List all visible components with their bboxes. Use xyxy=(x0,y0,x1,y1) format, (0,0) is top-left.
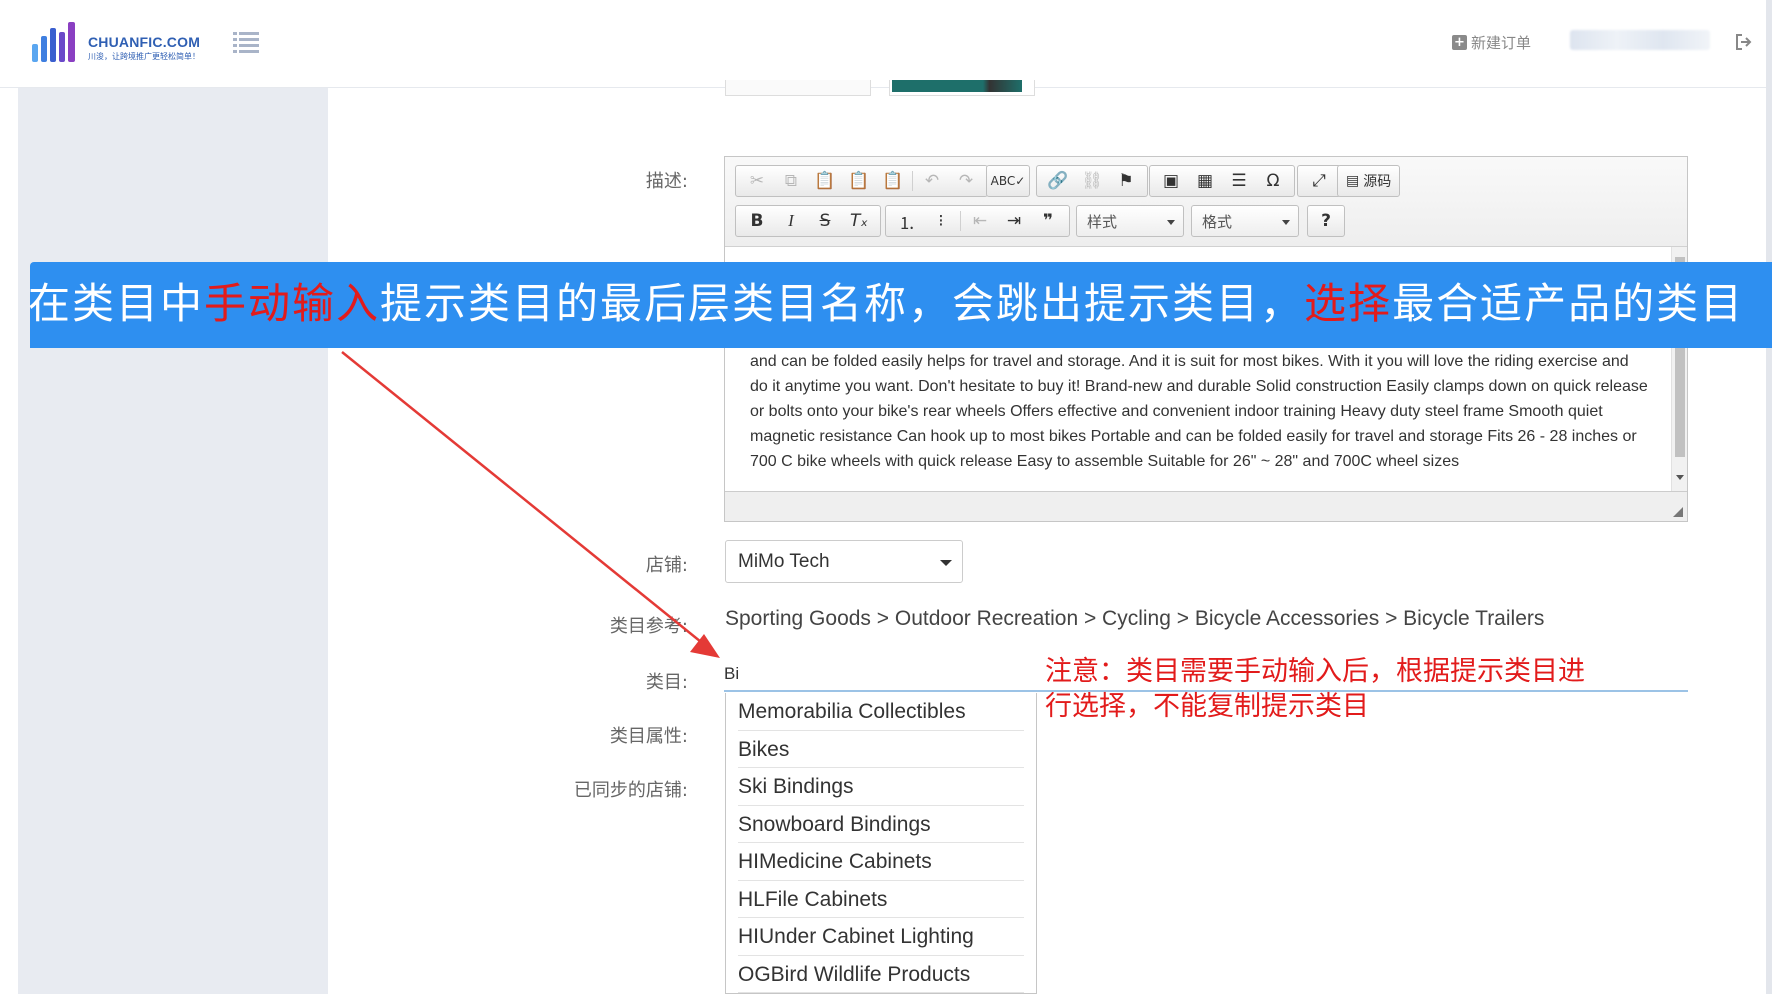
banner-text-part: 在类目中 xyxy=(28,279,205,328)
resize-handle-icon[interactable] xyxy=(1673,507,1683,517)
list-icon[interactable] xyxy=(233,31,259,53)
source-label: 源码 xyxy=(1363,174,1392,190)
help-icon[interactable]: ? xyxy=(1312,207,1340,235)
editor-toolbar: ✂ ⧉ 📋 📋 📋 ↶ ↷ ABC✓ 🔗 ⛓ ⚑ ▣ ▦ ☰ Ω ⤢ ▤ 源码 … xyxy=(725,157,1687,247)
banner-text-part: 最合适产品的类目 xyxy=(1392,279,1745,328)
store-label: 店铺: xyxy=(645,555,688,576)
caret-down-icon xyxy=(940,560,952,566)
help-group: ? xyxy=(1307,205,1345,237)
caret-down-icon xyxy=(1282,220,1290,225)
suggestion-item[interactable]: Ski Bindings xyxy=(738,768,1024,806)
logo-bars-icon xyxy=(32,22,75,62)
banner-highlight: 选择 xyxy=(1304,279,1393,328)
horizontal-rule-icon[interactable]: ☰ xyxy=(1222,167,1256,195)
list-group: ⒈ ⁝ ⇤ ⇥ ❞ xyxy=(885,205,1070,237)
logo-text: CHUANFIC.COM xyxy=(88,34,201,50)
image-thumbnail[interactable] xyxy=(725,80,871,96)
paste-text-icon[interactable]: 📋 xyxy=(842,167,876,195)
table-icon[interactable]: ▦ xyxy=(1188,167,1222,195)
source-button[interactable]: ▤ 源码 xyxy=(1337,165,1401,197)
clipboard-group: ✂ ⧉ 📋 📋 📋 ↶ ↷ xyxy=(735,165,988,197)
bold-icon[interactable]: B xyxy=(740,207,774,235)
maximize-group: ⤢ xyxy=(1297,165,1341,197)
page-edge xyxy=(1766,0,1772,994)
store-select-value: MiMo Tech xyxy=(738,551,830,572)
paste-icon[interactable]: 📋 xyxy=(808,167,842,195)
spellcheck-group: ABC✓ xyxy=(986,165,1030,197)
banner-highlight: 手动输入 xyxy=(204,279,381,328)
link-group: 🔗 ⛓ ⚑ xyxy=(1036,165,1148,197)
new-order-button[interactable]: + 新建订单 xyxy=(1452,32,1531,53)
italic-icon[interactable]: I xyxy=(774,207,808,235)
user-name-blurred[interactable] xyxy=(1570,30,1710,50)
paste-word-icon[interactable]: 📋 xyxy=(876,167,910,195)
synced-stores-label: 已同步的店铺: xyxy=(573,780,688,801)
special-char-icon[interactable]: Ω xyxy=(1256,167,1290,195)
banner-text-part: 提示类目的最后层类目名称，会跳出提示类目， xyxy=(380,279,1305,328)
sign-out-icon[interactable] xyxy=(1735,34,1753,50)
basic-style-group: B I S Tₓ xyxy=(735,205,881,237)
category-attributes-label: 类目属性: xyxy=(609,726,688,747)
annotation-banner-text: 在类目中手动输入提示类目的最后层类目名称，会跳出提示类目，选择最合适产品的类目 xyxy=(28,278,1744,330)
undo-icon[interactable]: ↶ xyxy=(915,167,949,195)
plus-square-icon: + xyxy=(1452,35,1467,50)
store-select[interactable]: MiMo Tech xyxy=(725,540,963,583)
insert-group: ▣ ▦ ☰ Ω xyxy=(1149,165,1295,197)
page: { "header": { "logo_text": "CHUANFIC.COM… xyxy=(0,0,1772,994)
styles-dropdown[interactable]: 样式 xyxy=(1076,205,1184,237)
link-icon[interactable]: 🔗 xyxy=(1041,167,1075,195)
numbered-list-icon[interactable]: ⒈ xyxy=(890,207,924,235)
annotation-note: 注意：类目需要手动输入后，根据提示类目进行选择，不能复制提示类目 xyxy=(1045,656,1585,722)
logo-tagline: 川浚，让跨境推广更轻松简单！ xyxy=(88,52,200,61)
product-images xyxy=(725,80,1035,96)
suggestion-item[interactable]: HIUnder Cabinet Lighting xyxy=(738,918,1024,956)
remove-format-icon[interactable]: Tₓ xyxy=(842,207,876,235)
logo[interactable]: CHUANFIC.COM 川浚，让跨境推广更轻松简单！ xyxy=(30,18,220,68)
category-reference-path: Sporting Goods > Outdoor Recreation > Cy… xyxy=(725,607,1545,630)
unlink-icon[interactable]: ⛓ xyxy=(1075,167,1109,195)
format-dropdown[interactable]: 格式 xyxy=(1191,205,1299,237)
blockquote-icon[interactable]: ❞ xyxy=(1031,207,1065,235)
bulleted-list-icon[interactable]: ⁝ xyxy=(924,207,958,235)
suggestion-item[interactable]: OGBird Wildlife Products xyxy=(738,956,1024,993)
new-order-label: 新建订单 xyxy=(1471,34,1532,52)
editor-text: and can be folded easily helps for trave… xyxy=(750,353,1648,470)
cut-icon[interactable]: ✂ xyxy=(740,167,774,195)
styles-dropdown-label: 样式 xyxy=(1087,213,1118,231)
source-icon: ▤ xyxy=(1346,173,1360,189)
format-dropdown-label: 格式 xyxy=(1202,213,1233,231)
spellcheck-icon[interactable]: ABC✓ xyxy=(991,167,1026,195)
anchor-flag-icon[interactable]: ⚑ xyxy=(1109,167,1143,195)
scroll-down-icon[interactable] xyxy=(1676,475,1684,480)
suggestion-item[interactable]: Bikes xyxy=(738,731,1024,768)
category-reference-label: 类目参考: xyxy=(609,616,688,637)
strikethrough-icon[interactable]: S xyxy=(808,207,842,235)
outdent-icon[interactable]: ⇤ xyxy=(963,207,997,235)
category-label: 类目: xyxy=(645,672,688,693)
caret-down-icon xyxy=(1167,220,1175,225)
redo-icon[interactable]: ↷ xyxy=(949,167,983,195)
suggestion-item[interactable]: HIMedicine Cabinets xyxy=(738,843,1024,881)
category-suggestions: Memorabilia Collectibles Bikes Ski Bindi… xyxy=(725,693,1037,994)
suggestion-item[interactable]: Snowboard Bindings xyxy=(738,806,1024,843)
maximize-icon[interactable]: ⤢ xyxy=(1302,167,1336,195)
copy-icon[interactable]: ⧉ xyxy=(774,167,808,195)
suggestion-item[interactable]: Memorabilia Collectibles xyxy=(738,693,1024,731)
image-icon[interactable]: ▣ xyxy=(1154,167,1188,195)
editor-statusbar xyxy=(725,491,1687,521)
sidebar xyxy=(18,88,328,994)
top-bar: CHUANFIC.COM 川浚，让跨境推广更轻松简单！ + 新建订单 xyxy=(0,0,1772,88)
description-label: 描述: xyxy=(645,171,688,192)
suggestion-item[interactable]: HLFile Cabinets xyxy=(738,881,1024,918)
image-thumbnail[interactable] xyxy=(889,80,1035,96)
indent-icon[interactable]: ⇥ xyxy=(997,207,1031,235)
